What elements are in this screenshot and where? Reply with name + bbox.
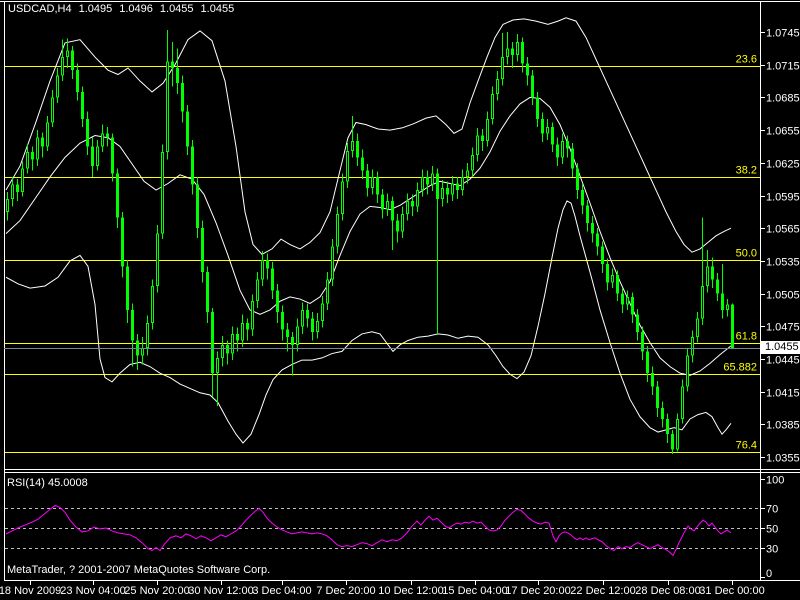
main-chart-area[interactable]: [4, 2, 760, 469]
time-scale[interactable]: [4, 581, 800, 600]
title-close: 1.0455: [200, 3, 235, 15]
copyright-text: MetaTrader, ? 2001-2007 MetaQuotes Softw…: [7, 564, 271, 576]
chart-title: USDCAD,H4 1.0495 1.0496 1.0455 1.0455: [8, 3, 241, 16]
title-symbol: USDCAD,H4: [8, 3, 72, 15]
title-open: 1.0495: [78, 3, 113, 15]
price-scale[interactable]: [761, 2, 800, 580]
current-price-marker: 1.0455: [761, 341, 800, 354]
title-high: 1.0496: [119, 3, 153, 15]
rsi-indicator-label: RSI(14) 45.0008: [7, 477, 88, 489]
title-low: 1.0455: [159, 3, 194, 15]
